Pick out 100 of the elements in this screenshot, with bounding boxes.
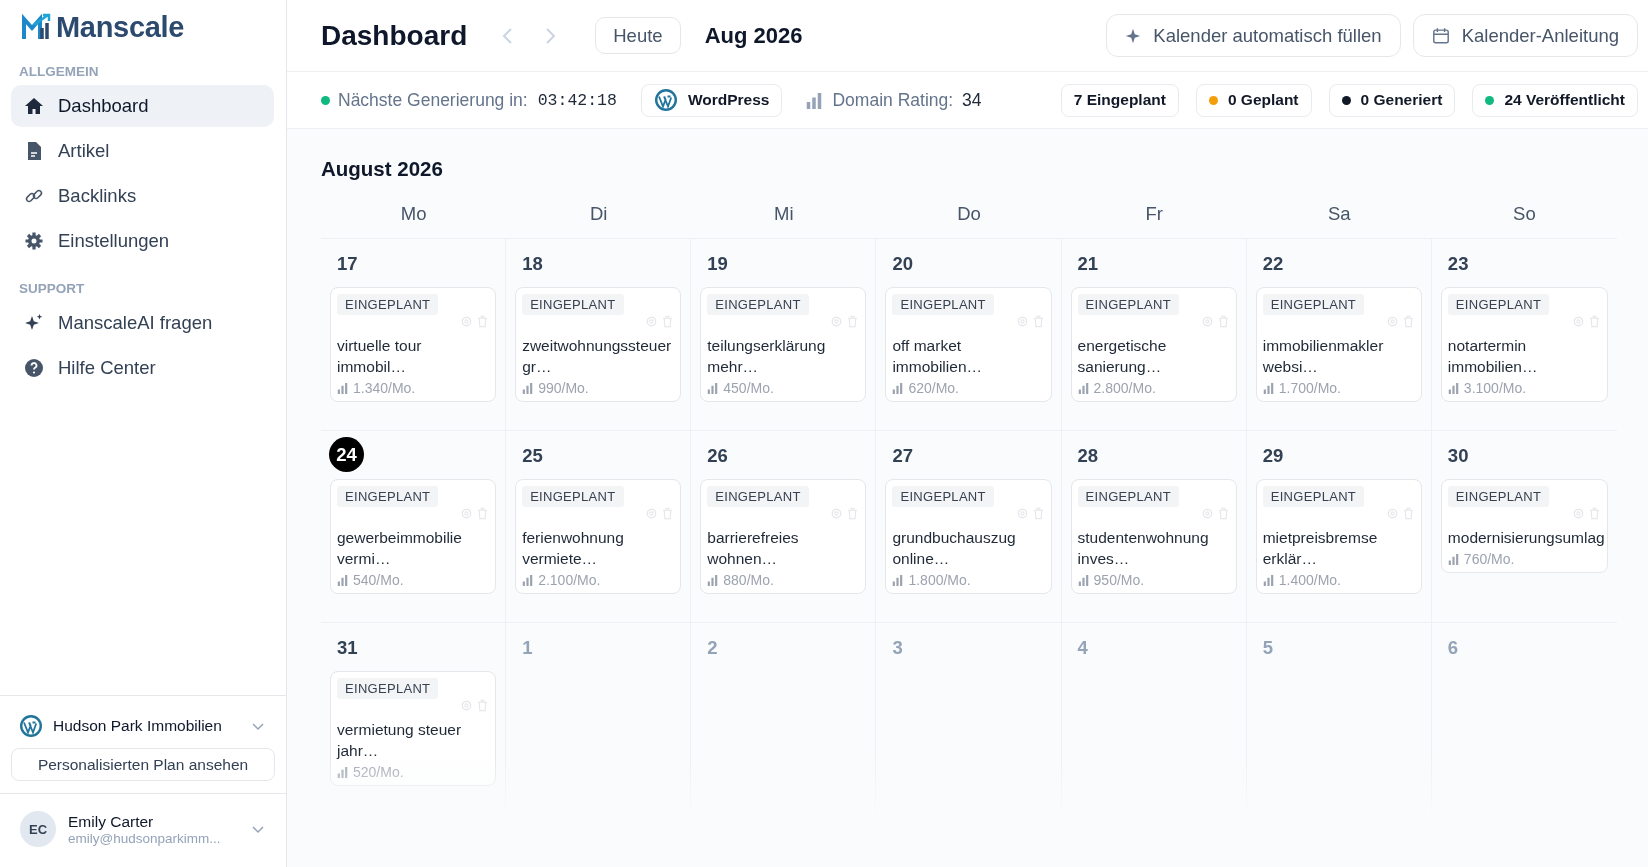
app-logo: Manscale [56, 10, 185, 44]
day-number[interactable]: 29 [1262, 445, 1422, 479]
count-badge: 0 Generiert [1328, 83, 1456, 117]
chevron-right-icon[interactable] [543, 25, 558, 46]
user-email: emily@hudsonparkimm... [68, 830, 222, 846]
settings-icon[interactable] [460, 315, 474, 328]
trash-icon[interactable] [1031, 507, 1045, 520]
article-card[interactable]: EINGEPLANT notartermin immobilien… 3.100/Mo. [1440, 287, 1608, 402]
home-icon [24, 96, 44, 116]
user-avatar: EC [20, 811, 56, 847]
article-title: immobilienmakler websi… [1262, 336, 1385, 377]
platform-badge: WordPress [640, 83, 783, 117]
settings-icon[interactable] [460, 507, 474, 520]
trash-icon[interactable] [476, 507, 490, 520]
nav-item[interactable]: ManscaleAI fragen [11, 302, 274, 344]
weekday-label: Mi [691, 199, 877, 239]
day-number[interactable]: 22 [1262, 253, 1422, 287]
trash-icon[interactable] [661, 315, 675, 328]
day-number[interactable]: 31 [337, 637, 497, 671]
status-tag: EINGEPLANT [707, 294, 809, 315]
weekday-label: Sa [1246, 199, 1432, 239]
day-number[interactable]: 27 [892, 445, 1052, 479]
article-card[interactable]: EINGEPLANT teilungserklärung mehr… 450/Mo. [700, 287, 867, 402]
day-number[interactable]: 21 [1077, 253, 1237, 287]
trash-icon[interactable] [1031, 315, 1045, 328]
article-card[interactable]: EINGEPLANT virtuelle tour immobil… 1.340/Mo. [330, 287, 497, 402]
settings-icon[interactable] [1200, 507, 1214, 520]
day-number[interactable]: 17 [337, 253, 497, 287]
wordpress-icon [19, 714, 43, 738]
bar-chart-icon [707, 574, 719, 586]
settings-icon[interactable] [1572, 315, 1585, 328]
trash-icon[interactable] [846, 507, 860, 520]
today-button[interactable]: Heute [595, 17, 681, 54]
nav-item[interactable]: Dashboard [11, 85, 274, 127]
bar-chart-icon [522, 382, 534, 394]
article-card[interactable]: EINGEPLANT ferienwohnung vermiete… 2.100/Mo. [515, 479, 682, 594]
settings-icon[interactable] [460, 699, 474, 712]
trash-icon[interactable] [661, 507, 675, 520]
countdown-timer: 03:42:18 [537, 90, 617, 110]
nav-item[interactable]: Einstellungen [11, 220, 274, 262]
status-tag: EINGEPLANT [337, 486, 439, 507]
trash-icon[interactable] [1216, 315, 1230, 328]
article-card[interactable]: EINGEPLANT mietpreisbremse erklär… 1.400/Mo. [1255, 479, 1422, 594]
trash-icon[interactable] [476, 699, 490, 712]
trash-icon[interactable] [846, 315, 860, 328]
header-button[interactable]: Kalender-Anleitung [1412, 14, 1638, 57]
settings-icon[interactable] [645, 507, 659, 520]
settings-icon[interactable] [1572, 507, 1585, 520]
article-card[interactable]: EINGEPLANT modernisierungsumlag 760/Mo. [1440, 479, 1608, 573]
day-number[interactable]: 19 [707, 253, 867, 287]
settings-icon[interactable] [830, 507, 844, 520]
article-title: notartermin immobilien… [1447, 336, 1539, 377]
status-tag: EINGEPLANT [1447, 486, 1550, 507]
trash-icon[interactable] [476, 315, 490, 328]
day-number[interactable]: 28 [1077, 445, 1237, 479]
article-card[interactable]: EINGEPLANT grundbuchauszug online… 1.800/Mo. [885, 479, 1052, 594]
article-card[interactable]: EINGEPLANT zweitwohnungssteuer gr… 990/Mo. [515, 287, 682, 402]
weekday-label: Do [876, 199, 1062, 239]
search-volume: 1.700/Mo. [1278, 380, 1341, 396]
settings-icon[interactable] [1385, 315, 1399, 328]
count-badge: 7 Eingeplant [1060, 83, 1179, 117]
bar-chart-icon [1262, 382, 1274, 394]
bar-chart-icon [806, 91, 823, 109]
nav-item[interactable]: Hilfe Center [11, 347, 274, 389]
search-volume: 1.800/Mo. [908, 572, 971, 588]
day-number[interactable]: 26 [707, 445, 867, 479]
trash-icon[interactable] [1401, 315, 1415, 328]
day-number[interactable]: 18 [522, 253, 682, 287]
article-title: ferienwohnung vermiete… [522, 528, 625, 569]
settings-icon[interactable] [830, 315, 844, 328]
article-card[interactable]: EINGEPLANT studentenwohnung inves… 950/Mo. [1070, 479, 1237, 594]
countdown-label: Nächste Generierung in: [338, 89, 528, 111]
article-card[interactable]: EINGEPLANT off market immobilien… 620/Mo. [885, 287, 1052, 402]
day-number[interactable]: 20 [892, 253, 1052, 287]
header-button[interactable]: Kalender automatisch füllen [1106, 14, 1401, 57]
settings-icon[interactable] [1385, 507, 1399, 520]
day-number[interactable]: 30 [1447, 445, 1608, 479]
article-card[interactable]: EINGEPLANT barrierefreies wohnen… 880/Mo. [700, 479, 867, 594]
settings-icon[interactable] [1015, 507, 1029, 520]
trash-icon[interactable] [1216, 507, 1230, 520]
plan-button[interactable]: Personalisierten Plan ansehen [11, 748, 275, 781]
nav-item[interactable]: Backlinks [11, 175, 274, 217]
trash-icon[interactable] [1401, 507, 1415, 520]
day-number[interactable]: 24 [329, 437, 364, 472]
trash-icon[interactable] [1588, 315, 1601, 328]
settings-icon[interactable] [1015, 315, 1029, 328]
article-card[interactable]: EINGEPLANT vermietung steuer jahr… 520/Mo. [330, 671, 497, 786]
bar-chart-icon [522, 574, 534, 586]
status-tag: EINGEPLANT [522, 294, 624, 315]
nav-item[interactable]: Artikel [11, 130, 274, 172]
article-card[interactable]: EINGEPLANT energetische sanierung… 2.800/Mo. [1070, 287, 1237, 402]
search-volume: 620/Mo. [908, 380, 959, 396]
status-tag: EINGEPLANT [892, 486, 994, 507]
article-card[interactable]: EINGEPLANT gewerbeimmobilie vermi… 540/Mo. [330, 479, 497, 594]
article-card[interactable]: EINGEPLANT immobilienmakler websi… 1.700/Mo. [1255, 287, 1422, 402]
trash-icon[interactable] [1588, 507, 1601, 520]
day-number[interactable]: 23 [1447, 253, 1608, 287]
day-number[interactable]: 25 [522, 445, 682, 479]
settings-icon[interactable] [1200, 315, 1214, 328]
settings-icon[interactable] [645, 315, 659, 328]
